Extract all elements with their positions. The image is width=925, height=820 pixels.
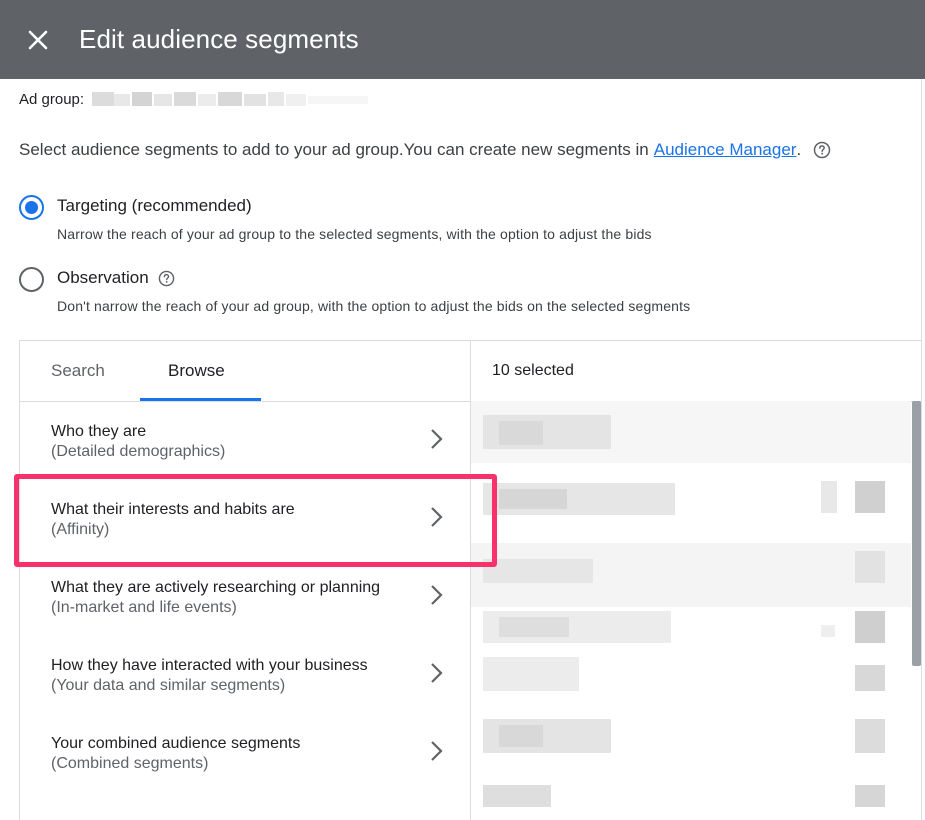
chevron-right-icon [431, 663, 443, 683]
chevron-right-icon [431, 507, 443, 527]
targeting-option[interactable]: Targeting (recommended) Narrow the reach… [19, 195, 652, 242]
selected-list-scrollbar[interactable] [912, 401, 921, 666]
browse-item-title: Who they are [51, 423, 147, 440]
observation-option[interactable]: Observation Don't narrow the reach of yo… [19, 267, 690, 314]
observation-label-text: Observation [57, 268, 149, 287]
close-icon [28, 30, 48, 50]
selected-count: 10 selected [492, 362, 574, 379]
chevron-right-icon [431, 741, 443, 761]
browse-item-title: What their interests and habits are [51, 501, 295, 518]
active-tab-indicator [140, 398, 261, 401]
audience-manager-link[interactable]: Audience Manager [654, 140, 797, 160]
chevron-right-icon [431, 429, 443, 449]
browse-item-subtitle: (Combined segments) [51, 755, 209, 772]
dialog-header: Edit audience segments [0, 0, 925, 79]
tab-browse[interactable]: Browse [168, 361, 225, 381]
tab-bar: Search Browse [20, 341, 470, 402]
help-circle-icon[interactable] [158, 270, 175, 287]
browse-item-your-data[interactable]: How they have interacted with your busin… [20, 636, 470, 714]
ad-group-label: Ad group: [19, 90, 85, 108]
browse-item-subtitle: (In-market and life events) [51, 599, 237, 616]
targeting-label-text: Targeting (recommended) [57, 196, 252, 215]
instructions: Select audience segments to add to your … [19, 140, 831, 160]
browse-item-subtitle: (Detailed demographics) [51, 443, 226, 460]
dialog-title: Edit audience segments [79, 24, 359, 54]
chevron-right-icon [431, 585, 443, 605]
browse-item-combined[interactable]: Your combined audience segments (Combine… [20, 714, 470, 792]
selected-header: 10 selected [471, 341, 922, 402]
ad-group-name-redacted [92, 92, 369, 106]
targeting-description: Narrow the reach of your ad group to the… [57, 226, 652, 242]
browse-item-subtitle: (Affinity) [51, 521, 110, 538]
instructions-suffix: . [796, 140, 802, 159]
targeting-label: Targeting (recommended) [57, 195, 652, 217]
observation-description: Don't narrow the reach of your ad group,… [57, 298, 691, 314]
browse-item-title: How they have interacted with your busin… [51, 657, 368, 674]
instructions-text: Select audience segments to add to your … [19, 140, 649, 159]
close-button[interactable] [24, 26, 52, 54]
selected-segments-redacted [471, 401, 911, 807]
browse-item-in-market[interactable]: What they are actively researching or pl… [20, 558, 470, 636]
browse-item-title: What they are actively researching or pl… [51, 579, 381, 596]
browse-item-subtitle: (Your data and similar segments) [51, 677, 286, 694]
help-circle-icon[interactable] [813, 141, 831, 159]
ad-group-row: Ad group: [19, 90, 370, 108]
tab-search[interactable]: Search [51, 361, 105, 381]
observation-label: Observation [57, 267, 690, 289]
browse-item-detailed-demographics[interactable]: Who they are (Detailed demographics) [20, 402, 470, 480]
browse-item-title: Your combined audience segments [51, 735, 301, 752]
observation-radio[interactable] [19, 267, 44, 292]
browse-item-affinity[interactable]: What their interests and habits are (Aff… [20, 480, 470, 558]
targeting-radio[interactable] [19, 195, 44, 220]
